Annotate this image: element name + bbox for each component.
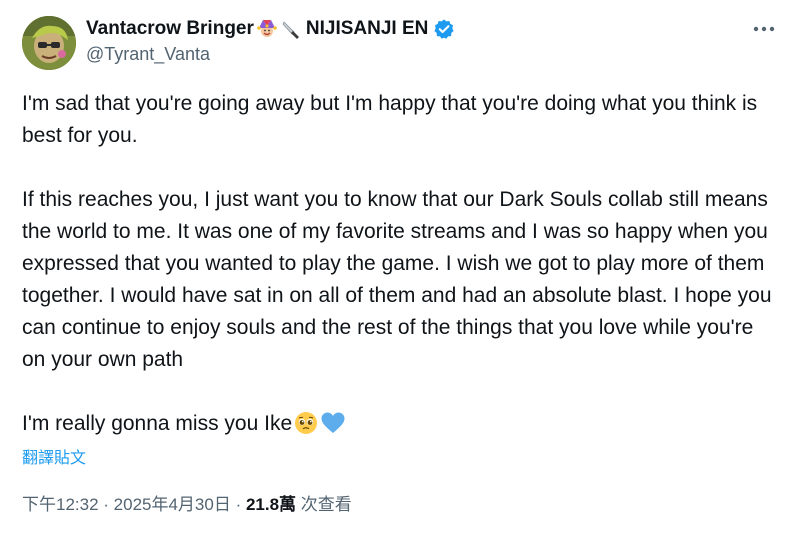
meta-separator: · [98, 495, 114, 514]
tweet-meta: 下午12:32 · 2025年4月30日 · 21.8萬 次查看 [22, 490, 352, 515]
meta-separator: · [230, 495, 246, 514]
tweet-date[interactable]: 2025年4月30日 [114, 495, 231, 514]
blue-heart-emoji-icon [320, 411, 345, 435]
avatar-image [22, 16, 76, 70]
verified-badge-icon[interactable] [433, 18, 455, 40]
tweet-text: I'm sad that you're going away but I'm h… [22, 88, 782, 440]
views-count: 21.8萬 [245, 495, 297, 514]
author-name-row[interactable]: Vantacrow Bringer NIJISANJI EN [86, 16, 455, 42]
more-options-button[interactable] [750, 18, 778, 40]
author-handle[interactable]: @Tyrant_Vanta [86, 44, 210, 65]
tweet-time[interactable]: 下午12:32 [22, 495, 99, 514]
more-dots-icon [753, 26, 775, 32]
tweet-closing-paragraph: I'm really gonna miss you Ike [22, 408, 782, 440]
translate-post-link[interactable]: 翻譯貼文 [22, 444, 86, 468]
tweet-closing-text: I'm really gonna miss you Ike [22, 412, 293, 435]
avatar[interactable] [22, 16, 76, 70]
tweet-card: Vantacrow Bringer NIJISANJI EN @Tyrant_V… [0, 0, 798, 534]
jester-emoji-icon [256, 18, 278, 40]
name-suffix[interactable]: NIJISANJI EN [306, 18, 428, 40]
tweet-paragraph: I'm sad that you're going away but I'm h… [22, 92, 758, 147]
pleading-face-emoji-icon [294, 411, 318, 435]
tweet-paragraph: If this reaches you, I just want you to … [22, 188, 772, 371]
views-label: 次查看 [296, 495, 352, 514]
knife-emoji-icon [280, 18, 302, 40]
display-name[interactable]: Vantacrow Bringer [86, 18, 254, 40]
